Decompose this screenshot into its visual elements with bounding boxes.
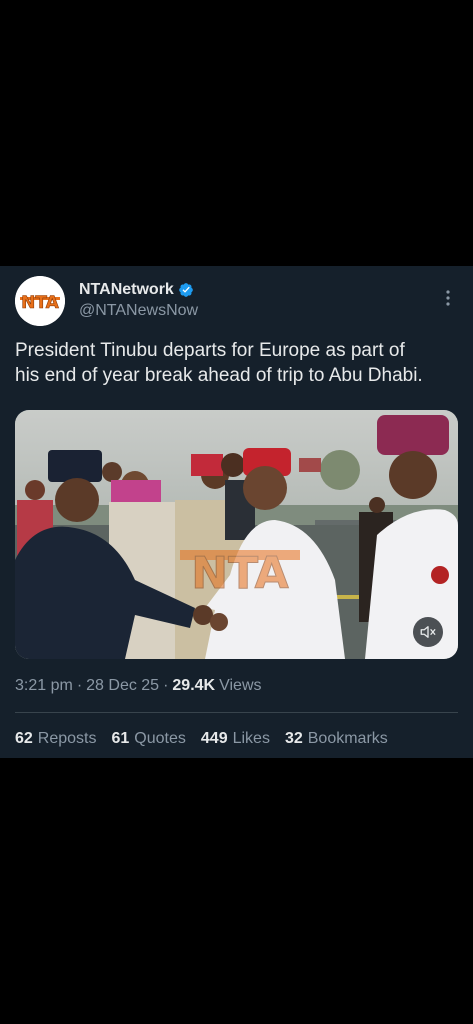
- author-names: NTANetwork @NTANewsNow: [79, 279, 198, 320]
- speaker-muted-icon: [420, 626, 436, 638]
- likes-count: 449: [200, 730, 228, 747]
- likes-stat[interactable]: 449 Likes: [201, 730, 270, 748]
- bookmarks-stat[interactable]: 32 Bookmarks: [285, 730, 388, 748]
- reposts-stat[interactable]: 62 Reposts: [15, 730, 97, 748]
- quotes-label: Quotes: [134, 730, 186, 747]
- views-label[interactable]: Views: [219, 677, 261, 695]
- svg-text:NTA: NTA: [191, 548, 288, 599]
- quotes-count: 61: [111, 730, 130, 747]
- avatar[interactable]: NTA: [15, 276, 65, 326]
- engagement-stats: 62 Reposts 61 Quotes 449 Likes 32 Bookma…: [15, 730, 403, 748]
- handle[interactable]: @NTANewsNow: [79, 302, 198, 320]
- video-frame: NTA: [15, 410, 458, 659]
- views-count[interactable]: 29.4K: [172, 677, 215, 695]
- reposts-count: 62: [15, 730, 33, 747]
- mute-button[interactable]: [413, 617, 443, 647]
- tweet-date[interactable]: 28 Dec 25: [86, 677, 159, 695]
- svg-text:NTA: NTA: [21, 293, 60, 313]
- nta-watermark-icon: NTA: [180, 548, 300, 600]
- meta-separator: ·: [76, 677, 83, 694]
- more-options-icon[interactable]: [438, 288, 458, 308]
- tweet-header: NTA NTANetwork @NTANewsNow: [15, 276, 458, 328]
- bookmarks-label: Bookmarks: [307, 730, 388, 747]
- tweet-text: President Tinubu departs for Europe as p…: [15, 340, 423, 386]
- tweet-card: NTA NTANetwork @NTANewsNow President Tin…: [0, 266, 473, 758]
- reposts-label: Reposts: [37, 730, 97, 747]
- tweet-video[interactable]: NTA: [15, 410, 458, 659]
- bookmarks-count: 32: [284, 730, 303, 747]
- tweet-time[interactable]: 3:21 pm: [15, 677, 73, 695]
- tweet-meta: 3:21 pm · 28 Dec 25 · 29.4K Views: [15, 677, 262, 695]
- divider: [15, 712, 458, 713]
- meta-separator: ·: [163, 677, 169, 694]
- likes-label: Likes: [232, 730, 270, 747]
- verified-badge-icon: [178, 283, 193, 297]
- display-name-row: NTANetwork: [79, 279, 198, 301]
- display-name[interactable]: NTANetwork: [79, 281, 174, 299]
- nta-logo-icon: NTA: [15, 276, 65, 326]
- quotes-stat[interactable]: 61 Quotes: [112, 730, 186, 748]
